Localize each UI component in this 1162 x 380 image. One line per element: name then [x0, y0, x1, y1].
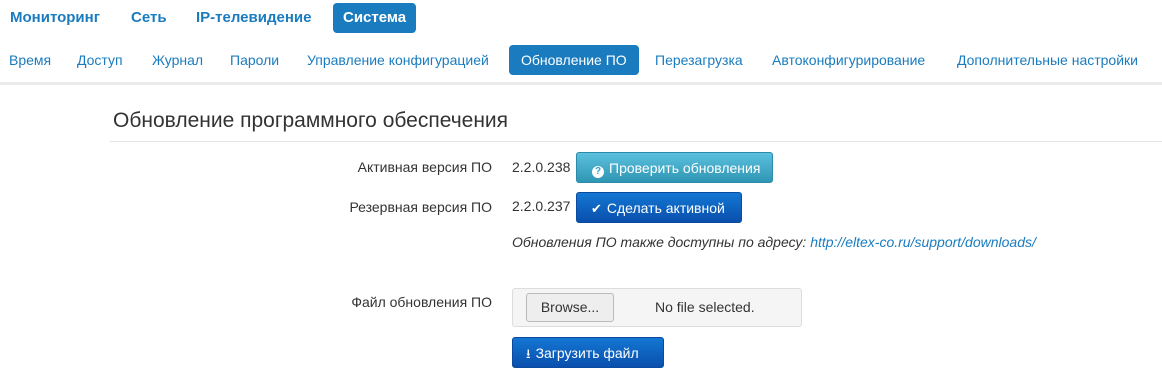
update-note-text: Обновления ПО также доступны по адресу:: [512, 234, 811, 250]
upload-file-button[interactable]: ⭳ Загрузить файл: [512, 337, 664, 368]
file-input[interactable]: Browse... No file selected.: [512, 288, 802, 327]
top-nav: Мониторинг Сеть IP-телевидение Система: [0, 0, 1162, 36]
file-label: Файл обновления ПО: [351, 294, 492, 310]
active-version-label: Активная версия ПО: [357, 159, 492, 175]
tab-time[interactable]: Время: [0, 45, 63, 75]
section-title: Обновление программного обеспечения: [113, 109, 509, 132]
download-icon: ⭳: [526, 346, 531, 361]
backup-version-label: Резервная версия ПО: [349, 199, 492, 215]
check-updates-button[interactable]: ? Проверить обновления: [576, 152, 773, 183]
tab-config-management[interactable]: Управление конфигурацией: [295, 45, 501, 75]
tab-firmware-update[interactable]: Обновление ПО: [509, 45, 639, 75]
browse-button[interactable]: Browse...: [526, 293, 614, 322]
active-version-value: 2.2.0.238: [512, 159, 571, 175]
make-active-button[interactable]: ✔ Сделать активной: [576, 192, 742, 223]
section-divider: [110, 141, 1162, 142]
tab-autoconfig[interactable]: Автоконфигурирование: [760, 45, 937, 75]
update-note: Обновления ПО также доступны по адресу: …: [512, 234, 1036, 250]
top-nav-monitoring[interactable]: Мониторинг: [0, 3, 110, 33]
tab-log[interactable]: Журнал: [140, 45, 215, 75]
top-nav-system[interactable]: Система: [333, 3, 417, 33]
tab-access[interactable]: Доступ: [65, 45, 135, 75]
top-nav-iptv[interactable]: IP-телевидение: [186, 3, 321, 33]
upload-file-label: Загрузить файл: [535, 345, 639, 361]
check-icon: ✔: [591, 201, 602, 216]
sub-nav: Время Доступ Журнал Пароли Управление ко…: [0, 44, 1162, 76]
check-updates-label: Проверить обновления: [609, 160, 761, 176]
tab-reboot[interactable]: Перезагрузка: [643, 45, 755, 75]
file-status: No file selected.: [655, 299, 755, 315]
question-circle-icon: ?: [592, 166, 604, 178]
downloads-link[interactable]: http://eltex-co.ru/support/downloads/: [810, 234, 1036, 250]
backup-version-value: 2.2.0.237: [512, 198, 571, 214]
top-nav-network[interactable]: Сеть: [121, 3, 177, 33]
nav-divider: [0, 82, 1162, 85]
tab-passwords[interactable]: Пароли: [218, 45, 291, 75]
tab-advanced-settings[interactable]: Дополнительные настройки: [945, 45, 1150, 75]
make-active-label: Сделать активной: [606, 200, 725, 216]
